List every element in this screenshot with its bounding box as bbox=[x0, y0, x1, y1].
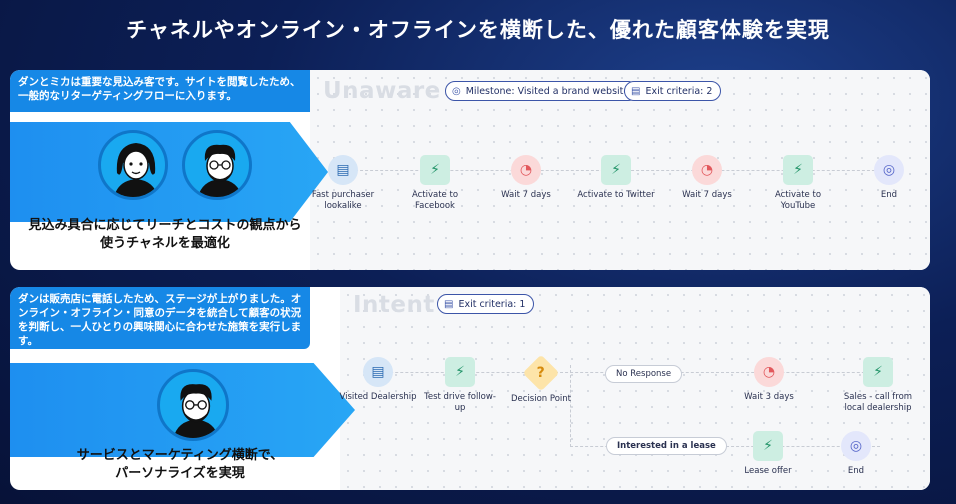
node-fast-purchaser[interactable]: ▤ Fast purchaser lookalike bbox=[303, 155, 383, 212]
milestone-icon: ◎ bbox=[452, 85, 461, 97]
node-lease-offer[interactable]: ⚡ Lease offer bbox=[728, 431, 808, 477]
unaware-panel: ダンとミカは重要な見込み客です。サイトを閲覧したため、一般的なリターゲティングフ… bbox=[10, 70, 930, 270]
avatar-dan bbox=[182, 130, 252, 200]
intro-callout-unaware: ダンとミカは重要な見込み客です。サイトを閲覧したため、一般的なリターゲティングフ… bbox=[10, 70, 310, 112]
stage-label-intent: Intent bbox=[353, 292, 435, 318]
wait-clock-icon: ◔ bbox=[511, 155, 541, 185]
avatar-dan bbox=[157, 369, 229, 441]
wait-clock-icon: ◔ bbox=[754, 357, 784, 387]
stage-label-unaware: Unaware bbox=[323, 78, 441, 104]
persona-chevron-unaware bbox=[10, 122, 328, 222]
activate-plug-icon: ⚡ bbox=[445, 357, 475, 387]
decision-question-icon: ? bbox=[522, 354, 560, 392]
activate-plug-icon: ⚡ bbox=[601, 155, 631, 185]
exit-criteria-icon: ▤ bbox=[444, 298, 454, 310]
milestone-pill[interactable]: ◎ Milestone: Visited a brand website bbox=[445, 81, 639, 101]
activate-plug-icon: ⚡ bbox=[753, 431, 783, 461]
persona-caption-intent: サービスとマーケティング横断で、 パーソナライズを実現 bbox=[76, 448, 284, 481]
node-wait-7-days-2[interactable]: ◔ Wait 7 days bbox=[667, 155, 747, 201]
node-wait-7-days-1[interactable]: ◔ Wait 7 days bbox=[486, 155, 566, 201]
page-title: チャネルやオンライン・オフラインを横断した、優れた顧客体験を実現 bbox=[126, 18, 830, 42]
node-activate-facebook[interactable]: ⚡ Activate to Facebook bbox=[395, 155, 475, 212]
node-test-drive-follow-up[interactable]: ⚡ Test drive follow-up bbox=[420, 357, 500, 414]
audience-icon: ▤ bbox=[328, 155, 358, 185]
activate-plug-icon: ⚡ bbox=[420, 155, 450, 185]
node-end-intent[interactable]: ◎ End bbox=[816, 431, 896, 477]
audience-icon: ▤ bbox=[363, 357, 393, 387]
wait-clock-icon: ◔ bbox=[692, 155, 722, 185]
avatar-mika bbox=[98, 130, 168, 200]
exit-criteria-icon: ▤ bbox=[631, 85, 641, 97]
node-decision-point[interactable]: ? Decision Point bbox=[501, 354, 581, 405]
exit-criteria-pill-intent[interactable]: ▤ Exit criteria: 1 bbox=[437, 294, 535, 314]
branch-interested-in-lease[interactable]: Interested in a lease bbox=[606, 437, 727, 455]
node-activate-youtube[interactable]: ⚡ Activate to YouTube bbox=[758, 155, 838, 212]
node-visited-dealership[interactable]: ▤ Visited Dealership bbox=[338, 357, 418, 403]
end-icon: ◎ bbox=[841, 431, 871, 461]
branch-no-response[interactable]: No Response bbox=[605, 365, 683, 383]
node-end-unaware[interactable]: ◎ End bbox=[849, 155, 929, 201]
node-sales-call[interactable]: ⚡ Sales - call from local dealership bbox=[834, 357, 922, 414]
end-icon: ◎ bbox=[874, 155, 904, 185]
activate-plug-icon: ⚡ bbox=[783, 155, 813, 185]
persona-caption-unaware: 見込み具合に応じてリーチとコストの観点から 使うチャネルを最適化 bbox=[28, 218, 302, 251]
node-wait-3-days[interactable]: ◔ Wait 3 days bbox=[729, 357, 809, 403]
node-activate-twitter[interactable]: ⚡ Activate to Twitter bbox=[576, 155, 656, 201]
intro-callout-intent: ダンは販売店に電話したため、ステージが上がりました。オンライン・オフライン・同意… bbox=[10, 287, 310, 349]
intent-panel: ダンは販売店に電話したため、ステージが上がりました。オンライン・オフライン・同意… bbox=[10, 287, 930, 490]
activate-plug-icon: ⚡ bbox=[863, 357, 893, 387]
exit-criteria-pill-unaware[interactable]: ▤ Exit criteria: 2 bbox=[624, 81, 722, 101]
